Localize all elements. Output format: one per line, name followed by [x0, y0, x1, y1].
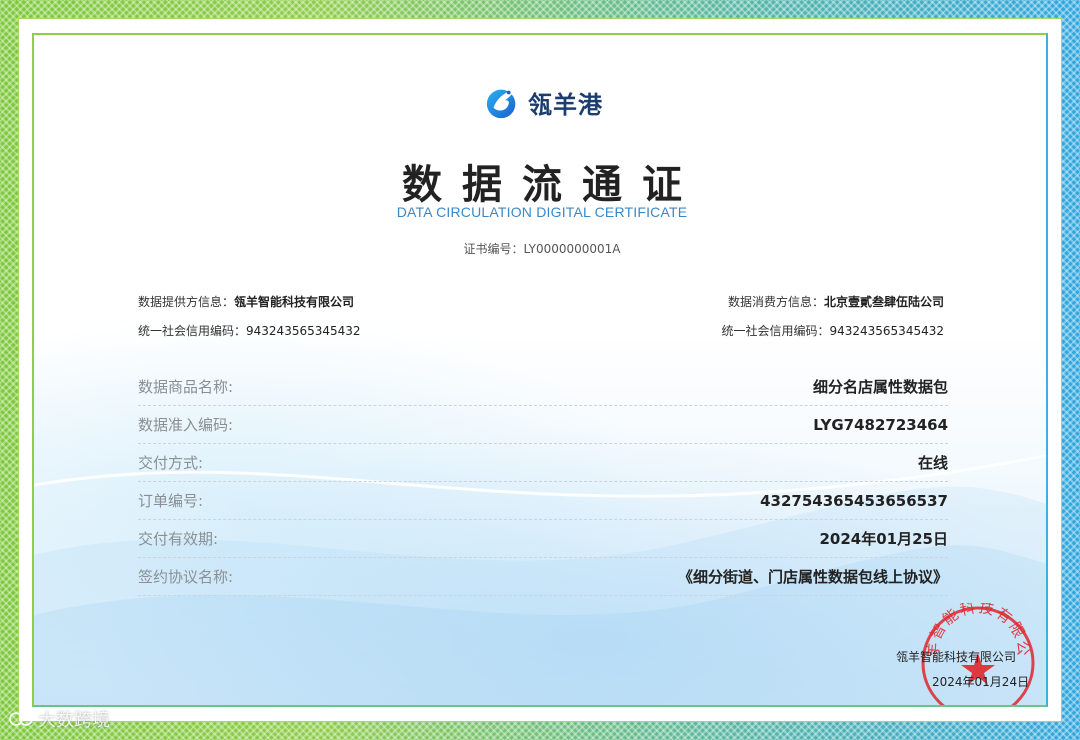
- provider-info: 数据提供方信息：瓴羊智能科技有限公司: [138, 293, 354, 310]
- provider-name: 瓴羊智能科技有限公司: [234, 295, 355, 309]
- detail-label: 签约协议名称:: [138, 568, 234, 586]
- detail-value: 在线: [917, 454, 948, 472]
- detail-row-order-number: 订单编号: 432754365453656537: [138, 482, 948, 520]
- consumer-credit-label: 统一社会信用编码：: [721, 324, 830, 338]
- certificate-title: 数据流通证: [402, 162, 702, 208]
- logo-text: 瓴羊港: [528, 90, 603, 119]
- detail-label: 订单编号:: [138, 492, 204, 510]
- consumer-info: 数据消费方信息：北京壹貳叁肆伍陆公司: [728, 293, 944, 310]
- certificate-paper: 瓴羊港 数据流通证 DATA CIRCULATION DIGITAL CERTI…: [32, 33, 1048, 707]
- logo: 瓴羊港: [484, 80, 603, 124]
- detail-value: 细分名店属性数据包: [812, 378, 948, 396]
- details-list: 数据商品名称: 细分名店属性数据包 数据准入编码: LYG7482723464 …: [138, 368, 948, 596]
- watermark: 大数跨境: [8, 706, 110, 732]
- detail-label: 数据准入编码:: [138, 416, 234, 434]
- detail-label: 交付有效期:: [138, 530, 219, 548]
- detail-value: LYG7482723464: [813, 415, 948, 434]
- detail-value: 432754365453656537: [760, 491, 948, 510]
- detail-label: 交付方式:: [138, 454, 204, 472]
- certificate-number: 证书编号：LY0000000001A: [34, 240, 1046, 257]
- detail-row-delivery-method: 交付方式: 在线: [138, 444, 948, 482]
- provider-credit-code: 943243565345432: [246, 324, 361, 338]
- provider-credit-label: 统一社会信用编码：: [138, 324, 247, 338]
- issuer-date: 2024年01月24日: [932, 675, 1030, 689]
- consumer-info-label: 数据消费方信息：: [727, 295, 824, 309]
- consumer-name: 北京壹貳叁肆伍陆公司: [823, 295, 944, 309]
- provider-info-label: 数据提供方信息：: [138, 295, 235, 309]
- certificate-number-label: 证书编号：: [463, 242, 524, 256]
- certificate-number-value: LY0000000001A: [523, 242, 621, 256]
- certificate-subtitle: DATA CIRCULATION DIGITAL CERTIFICATE: [396, 204, 688, 220]
- detail-row-validity: 交付有效期: 2024年01月25日: [138, 520, 948, 558]
- detail-value: 《细分街道、门店属性数据包线上协议》: [677, 568, 948, 586]
- watermark-text: 大数跨境: [38, 710, 110, 731]
- detail-row-product: 数据商品名称: 细分名店属性数据包: [138, 368, 948, 406]
- provider-credit: 统一社会信用编码：943243565345432: [138, 322, 361, 339]
- detail-value: 2024年01月25日: [819, 530, 949, 548]
- chat-bubble-icon: [9, 712, 33, 726]
- phoenix-logo-icon: [486, 86, 517, 119]
- detail-row-access-code: 数据准入编码: LYG7482723464: [138, 406, 948, 444]
- detail-row-agreement: 签约协议名称: 《细分街道、门店属性数据包线上协议》: [138, 558, 948, 596]
- consumer-credit-code: 943243565345432: [829, 324, 944, 338]
- detail-label: 数据商品名称:: [138, 378, 234, 396]
- issuer-company: 瓴羊智能科技有限公司: [896, 650, 1017, 664]
- consumer-credit: 统一社会信用编码：943243565345432: [721, 322, 944, 339]
